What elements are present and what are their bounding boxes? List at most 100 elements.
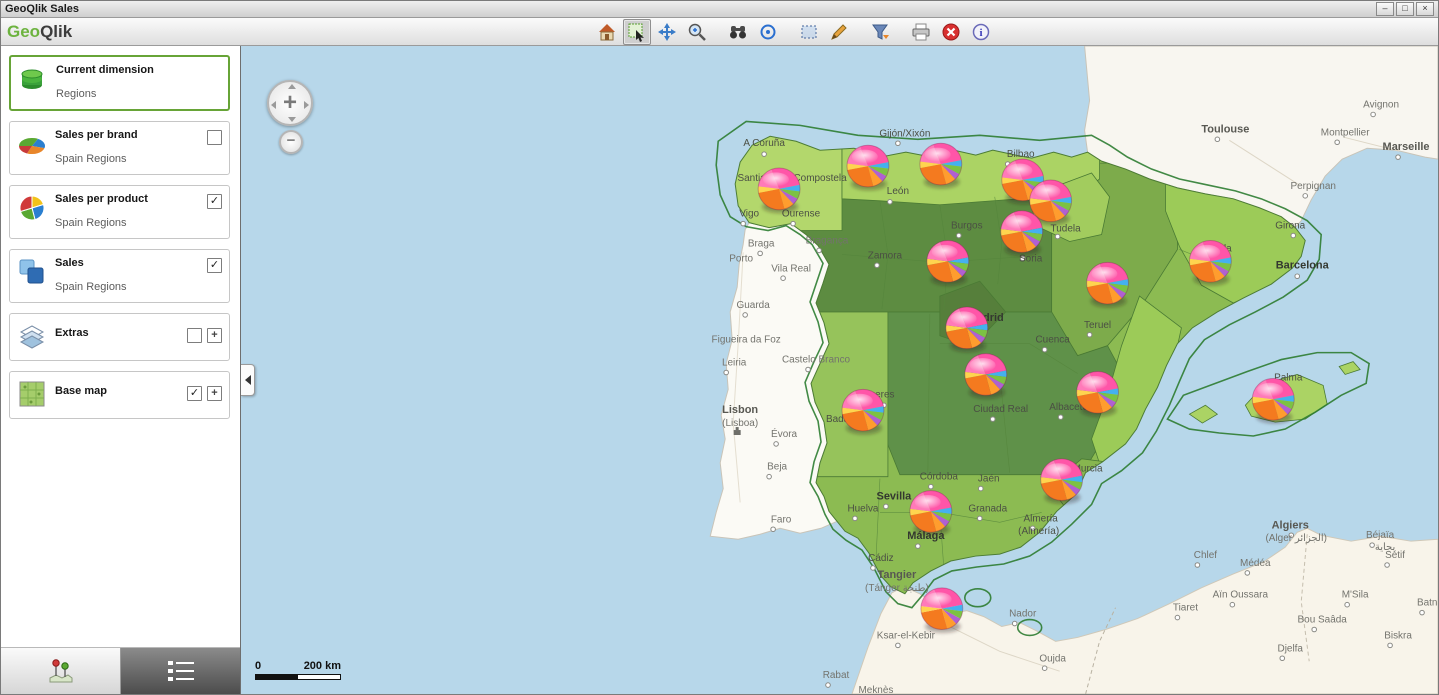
locate-button[interactable] <box>754 19 782 45</box>
pie-marker[interactable] <box>910 491 952 536</box>
city-dot <box>1388 643 1393 648</box>
map-canvas[interactable]: Gijón/XixónA CoruñaSantiago de Compostel… <box>241 46 1438 694</box>
layer-checkbox[interactable] <box>207 258 222 273</box>
map-pan-zoom-control: + − <box>267 80 311 156</box>
map-label: Oujda <box>1039 653 1066 664</box>
layer-checkbox[interactable] <box>187 386 202 401</box>
info-button[interactable]: i <box>967 19 995 45</box>
home-button[interactable] <box>593 19 621 45</box>
close-button[interactable]: × <box>1416 2 1434 16</box>
layers-icon <box>17 321 47 351</box>
flat-pie-icon <box>17 129 47 159</box>
city-dot <box>1385 563 1390 568</box>
dimension-stack-icon <box>18 64 48 94</box>
expand-button[interactable] <box>207 386 222 401</box>
layer-sales-per-product[interactable]: Sales per product Spain Regions <box>9 185 230 239</box>
pie-marker[interactable] <box>1087 262 1129 307</box>
collapse-arrow-icon <box>245 375 251 385</box>
zoom-in-label: + <box>283 89 297 117</box>
stop-button[interactable] <box>937 19 965 45</box>
pan-tool-button[interactable] <box>653 19 681 45</box>
city-dot <box>762 152 767 157</box>
pie-marker[interactable] <box>921 588 963 633</box>
layer-sales-per-brand[interactable]: Sales per brand Spain Regions <box>9 121 230 175</box>
pie-marker[interactable] <box>965 354 1007 399</box>
layer-base-map[interactable]: Base map <box>9 371 230 419</box>
pie-marker[interactable] <box>1252 378 1294 423</box>
zoom-out-button[interactable]: − <box>279 130 303 154</box>
map-view-button[interactable] <box>1 648 121 694</box>
pan-up-arrow-icon[interactable] <box>288 84 296 89</box>
magnifier-plus-icon <box>687 22 707 42</box>
city-dot <box>1175 615 1180 620</box>
panel-subtitle: Regions <box>56 88 154 100</box>
layers-sidebar: Current dimension Regions Sales per bran… <box>1 46 241 694</box>
city-dot <box>990 417 995 422</box>
zoom-tool-button[interactable] <box>683 19 711 45</box>
map-svg: Gijón/XixónA CoruñaSantiago de Compostel… <box>241 46 1438 694</box>
layer-checkbox[interactable] <box>207 194 222 209</box>
pie-marker[interactable] <box>842 389 884 434</box>
panel-title: Sales <box>55 257 127 269</box>
city-dot <box>1058 415 1063 420</box>
style-button[interactable] <box>825 19 853 45</box>
city-dot <box>774 442 779 447</box>
city-dot <box>1087 332 1092 337</box>
print-button[interactable] <box>907 19 935 45</box>
pie-marker[interactable] <box>847 145 889 190</box>
map-label: Jaén <box>978 474 1000 485</box>
map-label: A Coruña <box>743 138 785 149</box>
city-dot <box>1303 194 1308 199</box>
filter-button[interactable] <box>866 19 894 45</box>
select-tool-button[interactable] <box>623 19 651 45</box>
city-dot <box>957 233 962 238</box>
pan-left-arrow-icon[interactable] <box>271 101 276 109</box>
city-dot <box>896 141 901 146</box>
minimize-button[interactable]: – <box>1376 2 1394 16</box>
city-dot <box>1245 571 1250 576</box>
city-dot <box>741 221 746 226</box>
map-label: Huelva <box>847 503 879 514</box>
legend-view-button[interactable] <box>121 648 240 694</box>
map-label: Bilbao <box>1007 149 1035 160</box>
city-dot <box>1280 656 1285 661</box>
current-dimension-panel[interactable]: Current dimension Regions <box>9 55 230 111</box>
select-tool-icon <box>627 22 647 42</box>
pie-marker[interactable] <box>1077 371 1119 416</box>
pie-marker[interactable] <box>927 240 969 285</box>
layer-checkbox[interactable] <box>207 130 222 145</box>
pan-down-arrow-icon[interactable] <box>288 117 296 122</box>
map-label: Sétif <box>1385 550 1405 561</box>
pie-marker[interactable] <box>1001 211 1043 256</box>
city-dot <box>1042 347 1047 352</box>
pie-marker[interactable] <box>946 307 988 352</box>
binoculars-button[interactable] <box>724 19 752 45</box>
city-dot <box>1291 233 1296 238</box>
city-dot <box>1230 602 1235 607</box>
map-label: Leiria <box>722 358 747 369</box>
layer-extras[interactable]: Extras <box>9 313 230 361</box>
layer-checkbox[interactable] <box>187 328 202 343</box>
panel-title: Current dimension <box>56 64 154 76</box>
panel-title: Sales per brand <box>55 129 138 141</box>
pie-marker[interactable] <box>920 143 962 188</box>
pie-marker[interactable] <box>1041 459 1083 504</box>
pie-marker[interactable] <box>1189 240 1231 285</box>
zoom-in-button[interactable]: + <box>267 80 313 126</box>
pie-marker[interactable] <box>758 168 800 213</box>
layer-sales[interactable]: Sales Spain Regions <box>9 249 230 303</box>
map-label: Biskra <box>1384 630 1412 641</box>
scale-zero-label: 0 <box>255 660 261 672</box>
expand-button[interactable] <box>207 328 222 343</box>
rectangle-select-button[interactable] <box>795 19 823 45</box>
maximize-button[interactable]: □ <box>1396 2 1414 16</box>
panel-subtitle: Spain Regions <box>55 281 127 293</box>
map-label: (Lisboa) <box>722 418 758 429</box>
city-dot <box>1396 155 1401 160</box>
map-label: Vila Real <box>771 263 811 274</box>
city-dot <box>724 370 729 375</box>
sidebar-collapse-tab[interactable] <box>241 364 255 396</box>
pan-right-arrow-icon[interactable] <box>304 101 309 109</box>
map-label: M'Sila <box>1342 590 1369 601</box>
city-dot <box>791 221 796 226</box>
